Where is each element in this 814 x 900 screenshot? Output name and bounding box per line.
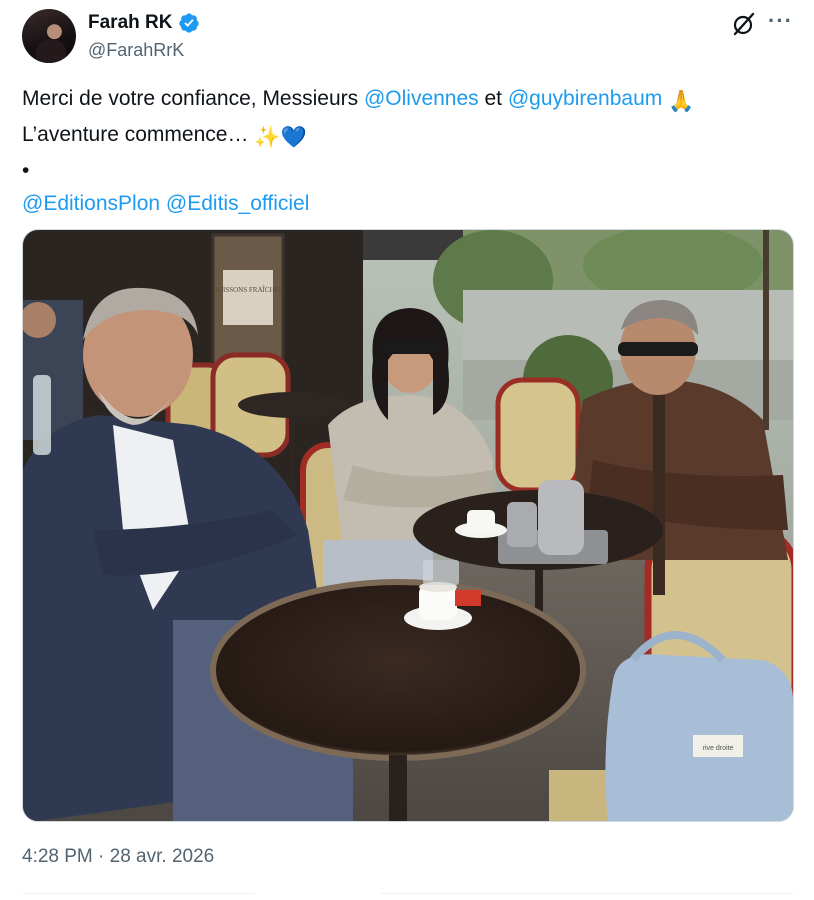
author-handle[interactable]: @FarahRrK	[88, 40, 184, 61]
tweet-line-1: Merci de votre confiance, Messieurs @Oli…	[22, 82, 792, 118]
tweet-line-2: L’aventure commence… ✨💙	[22, 118, 792, 154]
blue-heart-emoji-icon: 💙	[280, 126, 307, 149]
tweet-text-segment: et	[478, 87, 508, 110]
author-display-name[interactable]: Farah RK	[88, 12, 172, 34]
tweet-text-segment: L’aventure commence…	[22, 123, 255, 146]
author-avatar[interactable]	[22, 9, 76, 63]
cafe-terrace-photo: BOISSONS FRAÎCHES rive droite	[23, 230, 793, 821]
mention-olivennes[interactable]: @Olivennes	[364, 87, 479, 110]
tweet-text-segment: Merci de votre confiance, Messieurs	[22, 87, 364, 110]
author-name-row: Farah RK	[88, 12, 200, 34]
folded-hands-emoji-icon: 🙏	[668, 90, 695, 113]
grok-icon[interactable]	[730, 10, 758, 38]
divider-right	[380, 893, 794, 894]
divider-left	[22, 893, 255, 894]
awning-sign-text: BOISSONS FRAÎCHES	[213, 286, 283, 294]
tweet-line-4: @EditionsPlon @Editis_officiel	[22, 187, 792, 220]
bag-label-text: rive droite	[703, 745, 734, 752]
tweet-photo[interactable]: BOISSONS FRAÎCHES rive droite	[22, 229, 794, 822]
sparkles-emoji-icon: ✨	[254, 126, 281, 149]
mention-editionsplon[interactable]: @EditionsPlon	[22, 192, 160, 215]
tweet-timestamp[interactable]: 4:28 PM · 28 avr. 2026	[22, 846, 214, 868]
mention-guybirenbaum[interactable]: @guybirenbaum	[508, 87, 662, 110]
more-options-icon[interactable]: ···	[768, 8, 793, 34]
verified-badge-icon[interactable]	[178, 12, 200, 34]
tweet-line-bullet: •	[22, 159, 30, 182]
mention-editis-officiel[interactable]: @Editis_officiel	[166, 192, 310, 215]
tweet-text: Merci de votre confiance, Messieurs @Oli…	[22, 82, 792, 220]
